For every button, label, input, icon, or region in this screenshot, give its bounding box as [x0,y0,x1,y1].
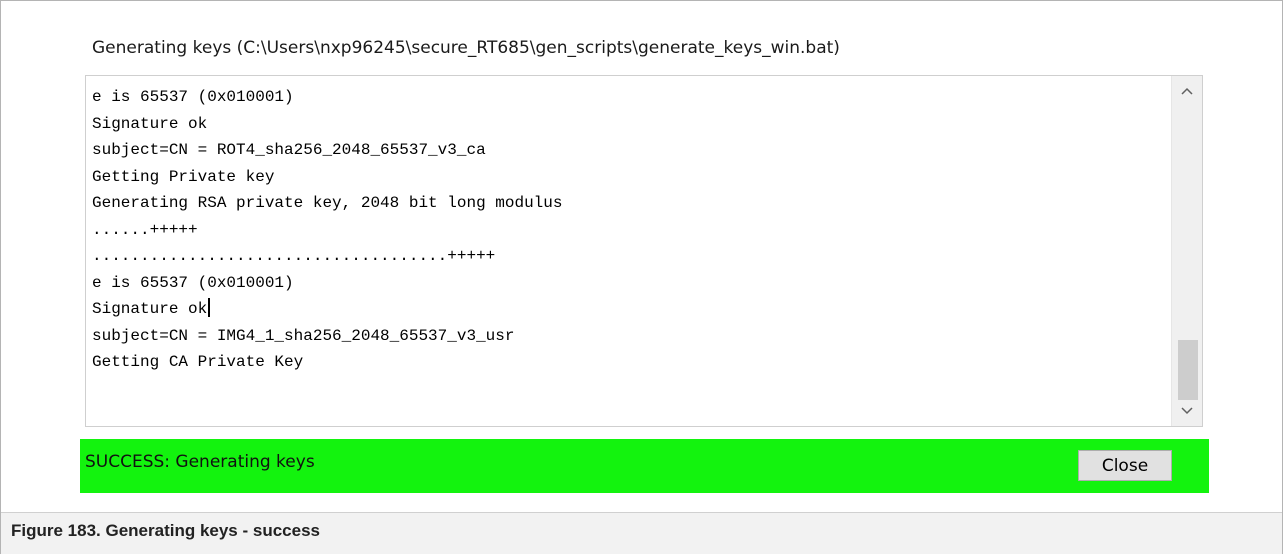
output-line: e is 65537 (0x010001) [92,88,294,106]
output-line-with-caret: Signature ok [92,296,562,323]
vertical-scrollbar[interactable] [1171,76,1202,426]
output-line: subject=CN = ROT4_sha256_2048_65537_v3_c… [92,141,486,159]
output-line: Signature ok [92,114,208,133]
output-line: Signature ok [92,300,208,318]
close-button[interactable]: Close [1078,450,1172,481]
chevron-up-icon [1181,87,1193,95]
scrollbar-thumb[interactable] [1178,340,1198,400]
output-line: e is 65537 (0x010001) [92,273,294,292]
chevron-down-icon [1181,407,1193,415]
output-line: Generating RSA private key, 2048 bit lon… [92,194,563,212]
window-title: Generating keys (C:\Users\nxp96245\secur… [92,38,840,58]
scroll-down-button[interactable] [1172,396,1202,426]
scroll-up-button[interactable] [1172,76,1202,106]
output-line: ......+++++ [92,220,198,239]
output-log[interactable]: e is 65537 (0x010001) Signature ok subje… [85,75,1203,427]
output-line: .....................................+++… [92,247,496,265]
text-caret [208,298,211,317]
output-lines: e is 65537 (0x010001) Signature ok subje… [92,84,562,376]
figure-caption-text: Figure 183. Generating keys - success [11,521,320,540]
output-line: Getting CA Private Key [92,353,304,371]
status-message: SUCCESS: Generating keys [85,452,315,472]
status-bar: SUCCESS: Generating keys Close [80,439,1209,493]
figure-frame: Generating keys (C:\Users\nxp96245\secur… [0,0,1283,554]
figure-caption: Figure 183. Generating keys - success [1,512,1282,554]
output-line: Getting Private key [92,167,275,186]
output-line: subject=CN = IMG4_1_sha256_2048_65537_v3… [92,326,515,345]
